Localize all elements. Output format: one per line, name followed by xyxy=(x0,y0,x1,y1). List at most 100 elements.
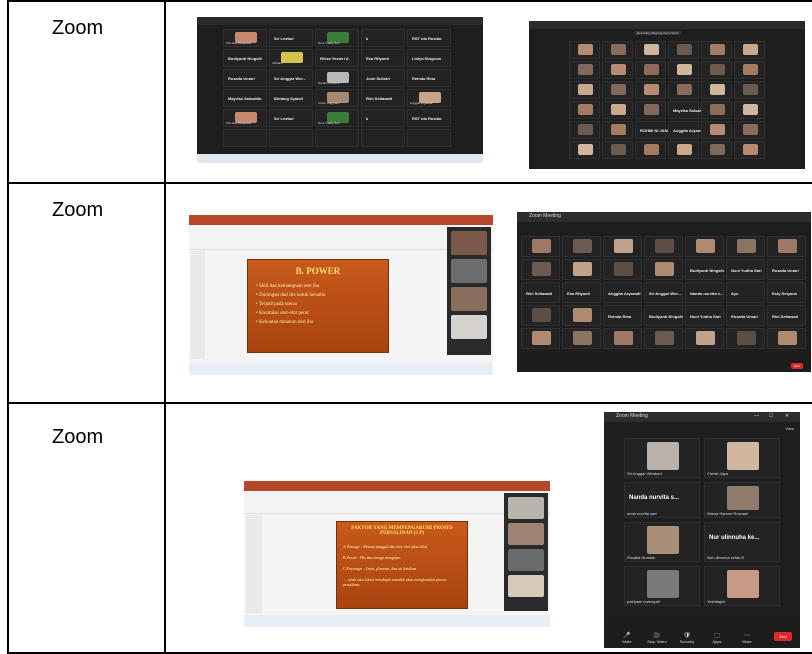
participant-tile[interactable]: Nanda nurvita s... xyxy=(685,282,724,303)
participant-tile[interactable]: Budiyanti Ningsih xyxy=(223,49,267,67)
participant-tile[interactable]: Rosalia Umari xyxy=(223,69,267,87)
participant-tile[interactable] xyxy=(767,328,806,349)
participant-tile[interactable] xyxy=(269,129,313,147)
participant-tile[interactable] xyxy=(767,236,806,257)
participant-tile[interactable] xyxy=(701,41,732,59)
participant-tile[interactable] xyxy=(701,121,732,139)
participant-tile[interactable] xyxy=(602,61,633,79)
participant-tile[interactable]: Bintang Syamil xyxy=(269,89,313,107)
participant-tile[interactable] xyxy=(644,236,683,257)
participant-tile[interactable]: Reinda Rina xyxy=(407,69,451,87)
participant-tile[interactable] xyxy=(562,259,601,280)
participant-tile[interactable]: patriyani nurhayati xyxy=(624,566,700,606)
participant-tile[interactable]: Fitri Ade Wulandari xyxy=(223,29,267,47)
participant-tile[interactable] xyxy=(602,101,633,119)
participant-tile[interactable] xyxy=(603,236,642,257)
participant-tile[interactable]: Indriana xyxy=(269,49,313,67)
participant-tile[interactable]: Sri Anggar Wer... xyxy=(644,282,683,303)
participant-tile[interactable] xyxy=(602,121,633,139)
participant-tile[interactable]: Eka Rfiyanti xyxy=(562,282,601,303)
participant-tile[interactable] xyxy=(668,141,699,159)
participant-tile[interactable] xyxy=(685,236,724,257)
participant-tile[interactable]: Noni Yudha Sari xyxy=(685,305,724,326)
minimize-icon[interactable]: — xyxy=(754,413,759,419)
participant-tile[interactable] xyxy=(734,41,765,59)
participant-tile[interactable]: Fitri Ade Wulandari xyxy=(223,109,267,127)
participant-tile[interactable] xyxy=(734,101,765,119)
participant-tile[interactable] xyxy=(726,328,765,349)
participant-tile[interactable] xyxy=(668,61,699,79)
participant-tile[interactable] xyxy=(602,141,633,159)
participant-tile[interactable] xyxy=(635,81,666,99)
participant-tile[interactable]: Anggita Aryawati xyxy=(603,282,642,303)
participant-tile[interactable] xyxy=(685,328,724,349)
end-button[interactable]: End xyxy=(774,632,792,641)
close-icon[interactable]: ✕ xyxy=(785,413,789,419)
participant-tile[interactable] xyxy=(521,328,560,349)
participant-tile[interactable]: Eka Rfiyanti xyxy=(361,49,405,67)
participant-tile[interactable]: Noni Yudha Sari xyxy=(315,29,359,47)
participant-tile[interactable] xyxy=(726,236,765,257)
participant-tile[interactable]: Mayrika Salsabila xyxy=(223,89,267,107)
participant-tile[interactable]: Yeshitajwi xyxy=(704,566,780,606)
participant-tile[interactable] xyxy=(562,305,601,326)
participant-tile[interactable] xyxy=(635,101,666,119)
participant-tile[interactable]: Christi Jaya xyxy=(704,438,780,478)
participant-tile[interactable] xyxy=(407,129,451,147)
toolbar-more-button[interactable]: ⋯ More xyxy=(736,632,758,644)
participant-tile[interactable]: Reinda Rina xyxy=(603,305,642,326)
participant-tile[interactable] xyxy=(602,41,633,59)
participant-tile[interactable] xyxy=(668,41,699,59)
maximize-icon[interactable]: ☐ xyxy=(769,413,773,419)
participant-tile[interactable] xyxy=(562,328,601,349)
participant-tile[interactable]: Sri Lestari xyxy=(269,109,313,127)
participant-tile[interactable]: Rosalia Umari xyxy=(767,259,806,280)
participant-tile[interactable] xyxy=(223,129,267,147)
participant-tile[interactable] xyxy=(635,61,666,79)
participant-tile[interactable]: Noni Yudha Sari xyxy=(726,259,765,280)
toolbar-mute-button[interactable]: 🎤 Mute xyxy=(616,632,638,644)
view-button[interactable]: View xyxy=(785,426,794,431)
participant-tile[interactable]: Anggita Aryawati xyxy=(407,89,451,107)
participant-tile[interactable]: Nanda nurvita s... xyxy=(315,69,359,87)
participant-tile[interactable] xyxy=(701,61,732,79)
participant-tile[interactable]: Nur ulinnuha ke... Nur ulinnuha kelas B xyxy=(704,522,780,562)
participant-tile[interactable]: Ayu xyxy=(726,282,765,303)
participant-tile[interactable] xyxy=(701,81,732,99)
participant-tile[interactable]: Mayrika Salsabila xyxy=(668,101,706,119)
participant-tile[interactable] xyxy=(361,129,405,147)
participant-tile[interactable]: Budiyanti Ningsih xyxy=(685,259,724,280)
participant-tile[interactable]: Rosalia Nuridah xyxy=(624,522,700,562)
participant-tile[interactable]: Rhiza Yesteri A. xyxy=(315,49,359,67)
participant-tile[interactable]: Rosalia Umari xyxy=(726,305,765,326)
participant-tile[interactable] xyxy=(603,259,642,280)
toolbar-stop-video-button[interactable]: 🎥 Stop Video xyxy=(646,632,668,644)
participant-tile[interactable]: k xyxy=(361,109,405,127)
participant-tile[interactable]: Anggita Aryawati xyxy=(668,121,706,139)
participant-tile[interactable] xyxy=(635,141,666,159)
participant-tile[interactable]: RST Ida Rosida xyxy=(407,29,451,47)
participant-tile[interactable]: Budiyanti Ningsih xyxy=(644,305,683,326)
participant-tile[interactable] xyxy=(562,236,601,257)
participant-tile[interactable]: Sri Anggar Werdani xyxy=(624,438,700,478)
participant-tile[interactable] xyxy=(569,41,600,59)
participant-tile[interactable] xyxy=(701,101,732,119)
participant-tile[interactable] xyxy=(734,121,765,139)
participant-tile[interactable] xyxy=(644,259,683,280)
participant-tile[interactable] xyxy=(734,141,765,159)
toolbar-security-button[interactable]: 🛡 Security xyxy=(676,632,698,644)
participant-tile[interactable]: Rini Setiawati xyxy=(521,282,560,303)
participant-tile[interactable]: Sri Lestari xyxy=(269,29,313,47)
participant-tile[interactable]: RST Ida Rosida xyxy=(407,109,451,127)
participant-tile[interactable]: k xyxy=(361,29,405,47)
participant-tile[interactable] xyxy=(569,121,600,139)
participant-tile[interactable]: Esty Setyana xyxy=(767,282,806,303)
participant-tile[interactable] xyxy=(521,236,560,257)
participant-tile[interactable] xyxy=(569,81,600,99)
end-button[interactable]: End xyxy=(791,363,803,369)
participant-tile[interactable] xyxy=(668,81,699,99)
participant-tile[interactable] xyxy=(521,305,560,326)
participant-tile[interactable] xyxy=(644,328,683,349)
participant-tile[interactable]: Rini Setiawati xyxy=(767,305,806,326)
participant-tile[interactable] xyxy=(635,41,666,59)
